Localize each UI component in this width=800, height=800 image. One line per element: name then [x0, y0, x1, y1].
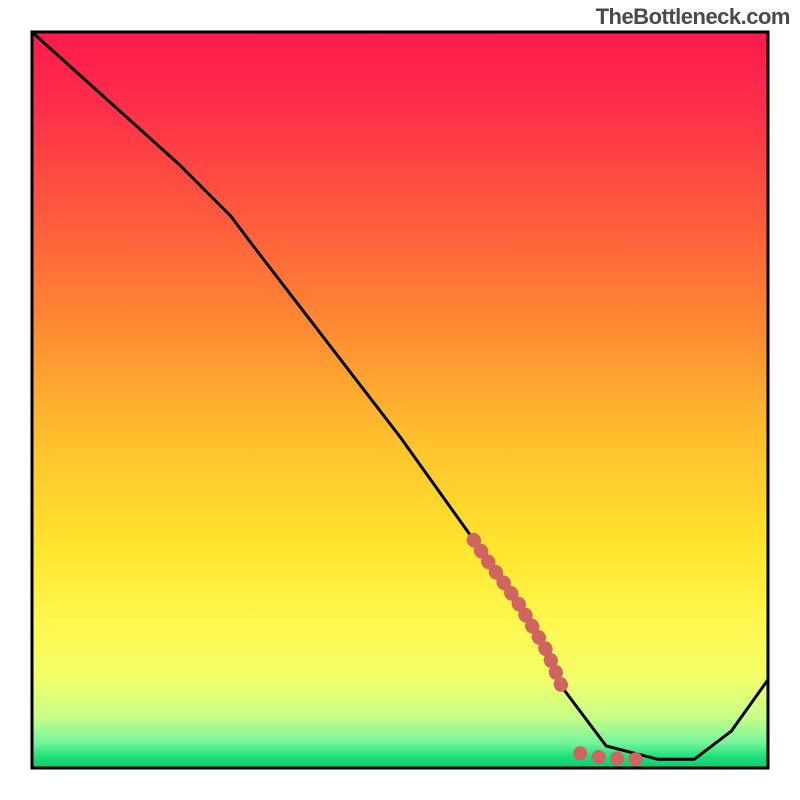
watermark-text: TheBottleneck.com [596, 4, 790, 30]
dot-point [573, 746, 587, 760]
dot-point [592, 750, 606, 764]
dot-point [629, 752, 643, 766]
plot-background [32, 32, 768, 768]
chart-svg [0, 0, 800, 800]
dot-point [610, 751, 624, 765]
bottleneck-chart: TheBottleneck.com [0, 0, 800, 800]
